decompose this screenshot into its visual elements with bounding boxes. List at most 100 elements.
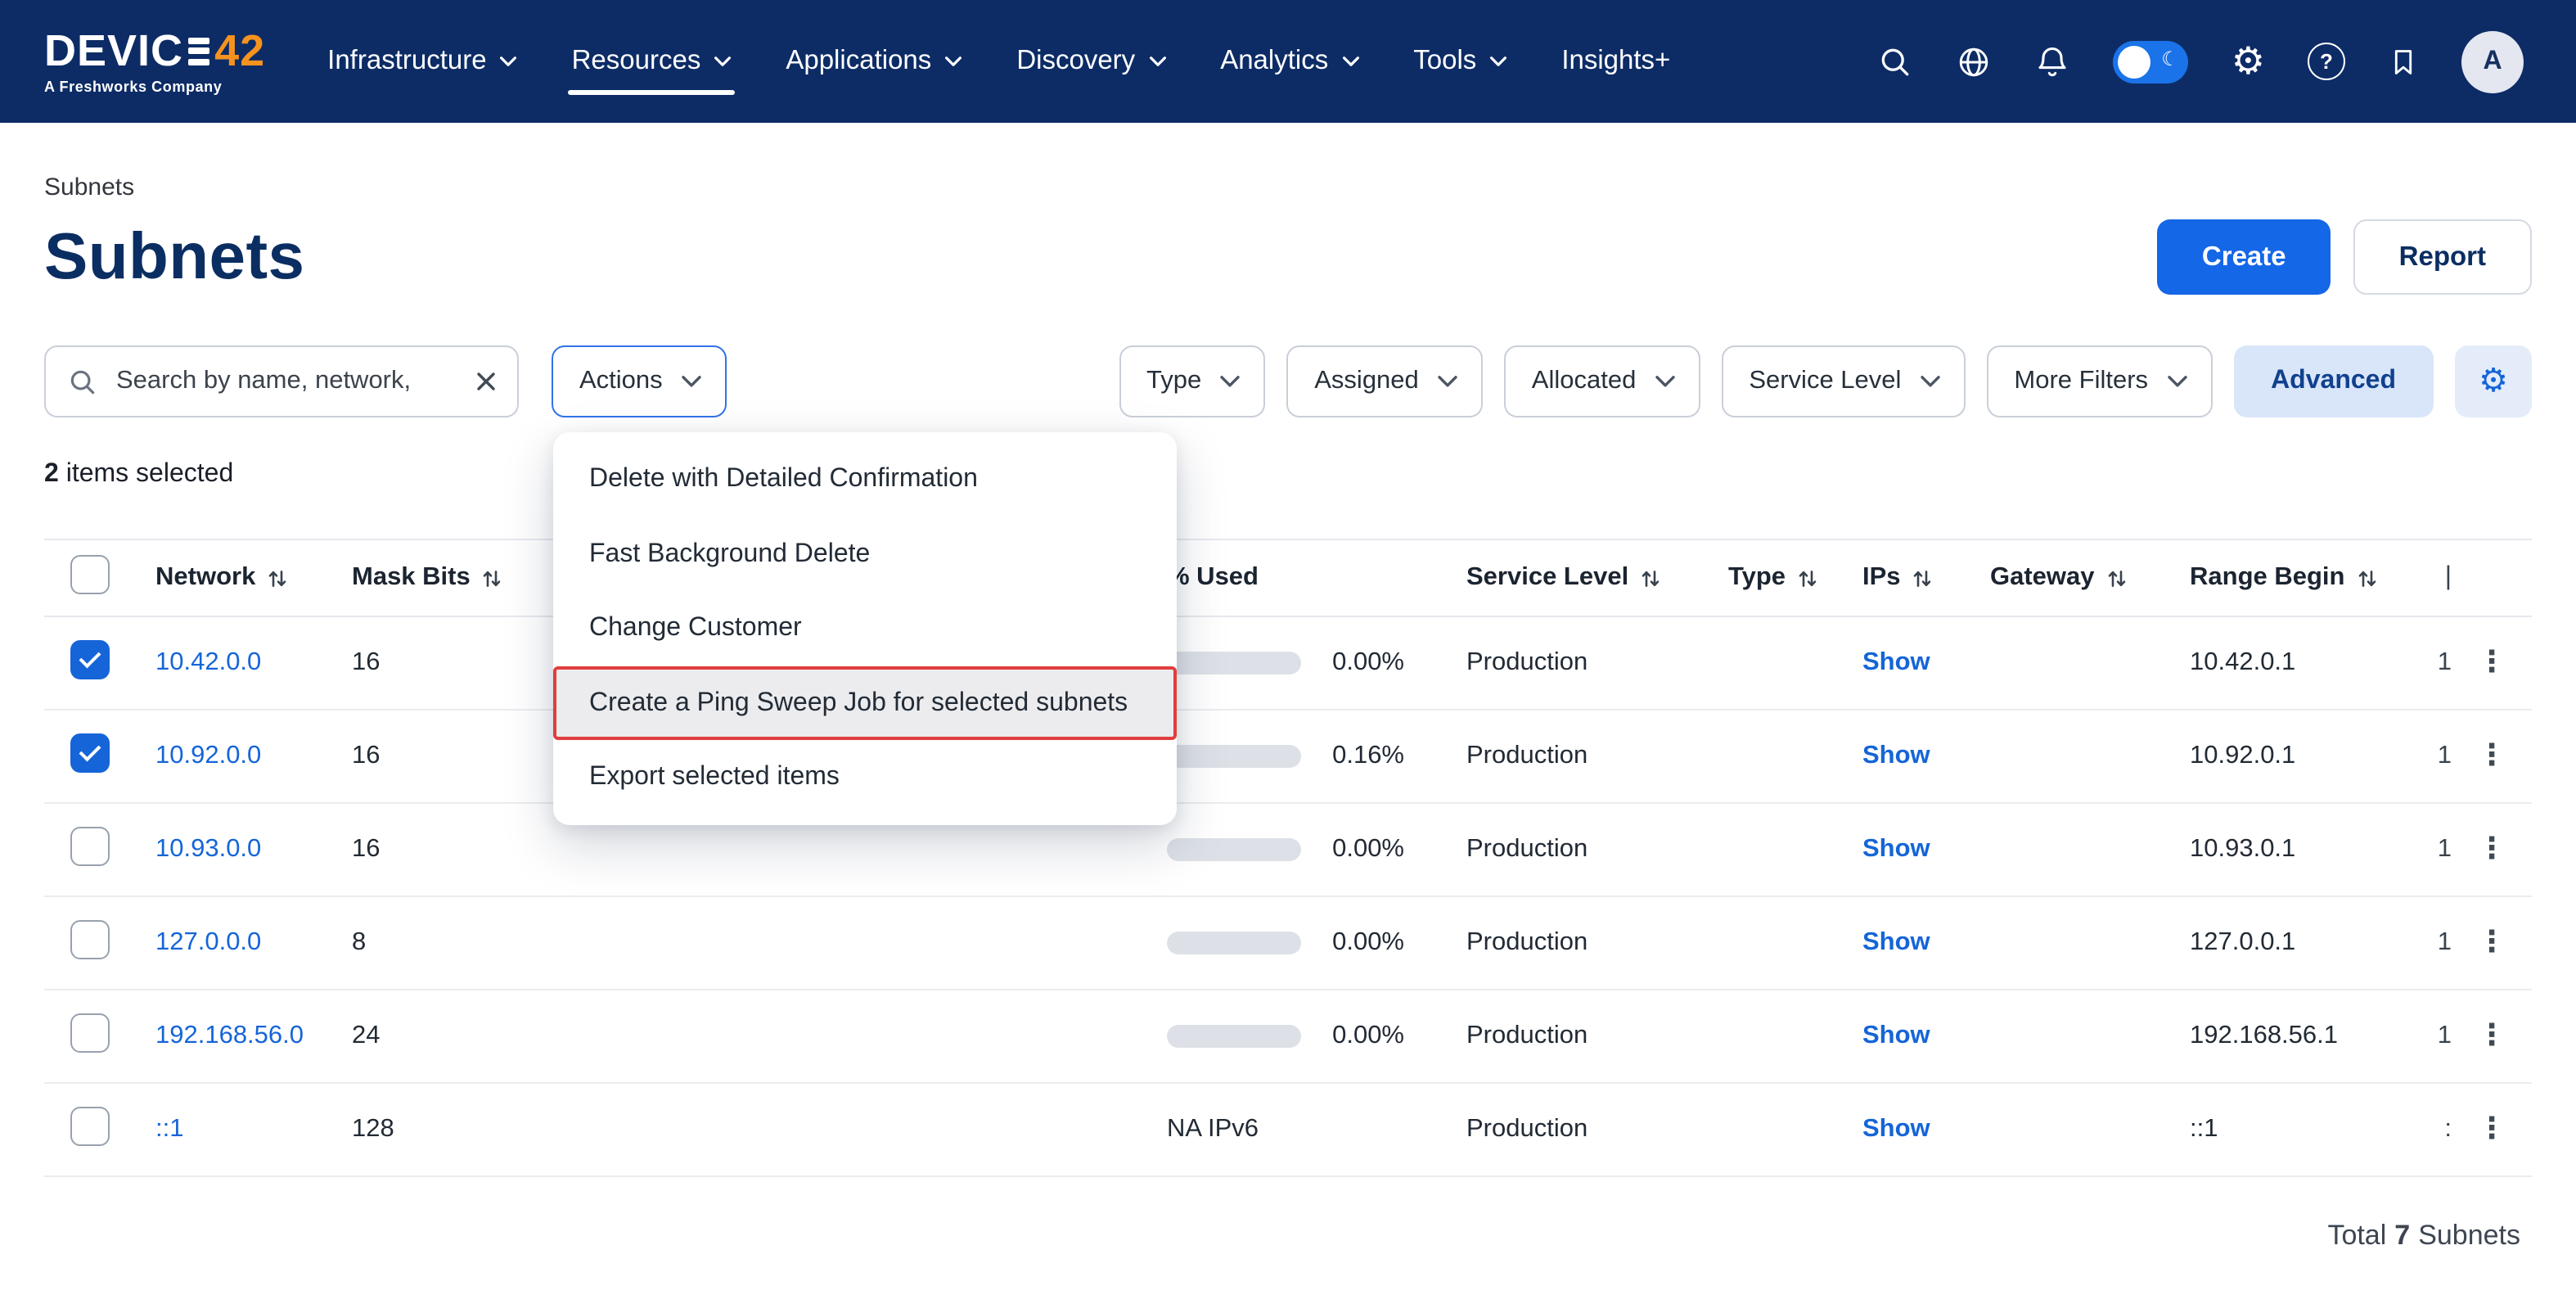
usage-bar — [1167, 838, 1301, 861]
globe-icon[interactable] — [1957, 43, 1993, 79]
nav-item-analytics[interactable]: Analytics — [1220, 0, 1359, 123]
column-header-used[interactable]: % Used — [1167, 563, 1453, 593]
cropped-value: : — [2389, 1115, 2452, 1144]
menu-item-change-customer[interactable]: Change Customer — [553, 591, 1177, 666]
search-box[interactable] — [44, 345, 519, 417]
type-filter-dropdown[interactable]: Type — [1119, 345, 1265, 417]
select-all-checkbox[interactable] — [70, 554, 110, 593]
search-input[interactable] — [113, 365, 460, 398]
nav-item-resources[interactable]: Resources — [572, 0, 732, 123]
row-checkbox[interactable] — [70, 1106, 110, 1145]
column-header-network[interactable]: Network — [155, 563, 352, 593]
ips-show-link[interactable]: Show — [1862, 1022, 1930, 1049]
nav-item-tools[interactable]: Tools — [1413, 0, 1507, 123]
menu-item-fast-background-delete[interactable]: Fast Background Delete — [553, 517, 1177, 591]
theme-toggle[interactable]: ☾ — [2114, 40, 2189, 83]
device42-logo[interactable]: DEVIC 42 A Freshworks Company — [44, 29, 265, 94]
menu-item-create-ping-sweep-job[interactable]: Create a Ping Sweep Job for selected sub… — [553, 666, 1177, 741]
row-menu-kebab[interactable]: ⋮ — [2464, 1012, 2520, 1058]
toggle-knob — [2119, 45, 2151, 78]
row-checkbox[interactable] — [70, 919, 110, 959]
row-checkbox[interactable] — [70, 733, 110, 772]
network-link[interactable]: ::1 — [155, 1115, 183, 1143]
row-checkbox[interactable] — [70, 1013, 110, 1052]
service-level-filter-dropdown[interactable]: Service Level — [1721, 345, 1965, 417]
mask-bits-value: 128 — [352, 1115, 540, 1144]
row-menu-kebab[interactable]: ⋮ — [2464, 732, 2520, 778]
row-checkbox[interactable] — [70, 639, 110, 679]
chevron-down-icon — [500, 56, 518, 67]
column-header-ips[interactable]: IPs — [1862, 563, 1977, 593]
sort-icon — [482, 567, 503, 589]
main-nav: Infrastructure Resources Applications Di… — [327, 0, 1670, 123]
network-link[interactable]: 127.0.0.0 — [155, 928, 261, 956]
column-header-mask-bits[interactable]: Mask Bits — [352, 563, 540, 593]
create-button[interactable]: Create — [2158, 219, 2331, 295]
app-window: DEVIC 42 A Freshworks Company Infrastruc… — [0, 0, 2576, 1313]
mask-bits-value: 16 — [352, 835, 540, 864]
nav-item-infrastructure[interactable]: Infrastructure — [327, 0, 517, 123]
avatar[interactable]: A — [2461, 30, 2524, 92]
breadcrumb[interactable]: Subnets — [44, 174, 2532, 201]
menu-item-export-selected[interactable]: Export selected items — [553, 741, 1177, 815]
row-menu-kebab[interactable]: ⋮ — [2464, 638, 2520, 684]
usage-bar — [1167, 932, 1301, 954]
column-header-type[interactable]: Type — [1715, 563, 1862, 593]
used-percent: 0.00% — [1332, 648, 1453, 678]
clear-search-icon[interactable] — [475, 370, 498, 393]
nav-item-insights[interactable]: Insights+ — [1561, 0, 1670, 123]
row-menu-kebab[interactable]: ⋮ — [2464, 825, 2520, 871]
logo-tagline: A Freshworks Company — [44, 78, 265, 94]
header-actions: Create Report — [2158, 219, 2532, 295]
gear-icon[interactable]: ⚙ — [2231, 43, 2265, 80]
allocated-filter-dropdown[interactable]: Allocated — [1504, 345, 1700, 417]
assigned-filter-dropdown[interactable]: Assigned — [1286, 345, 1483, 417]
network-link[interactable]: 10.92.0.0 — [155, 742, 261, 769]
row-menu-kebab[interactable]: ⋮ — [2464, 918, 2520, 964]
report-button[interactable]: Report — [2353, 219, 2532, 295]
ips-show-link[interactable]: Show — [1862, 648, 1930, 676]
nav-item-discovery[interactable]: Discovery — [1016, 0, 1166, 123]
logo-e-bars — [188, 37, 209, 65]
chevron-down-icon — [1919, 375, 1940, 388]
network-link[interactable]: 192.168.56.0 — [155, 1022, 304, 1049]
help-icon[interactable]: ? — [2308, 43, 2345, 80]
service-level-value: Production — [1453, 742, 1715, 771]
sort-icon — [1797, 567, 1818, 589]
cropped-value: 1 — [2389, 835, 2452, 864]
network-link[interactable]: 10.42.0.0 — [155, 648, 261, 676]
bell-icon[interactable] — [2035, 43, 2071, 79]
mask-bits-value: 8 — [352, 928, 540, 958]
more-filters-dropdown[interactable]: More Filters — [1986, 345, 2212, 417]
row-menu-kebab[interactable]: ⋮ — [2464, 1105, 2520, 1151]
mask-bits-value: 24 — [352, 1022, 540, 1051]
used-percent: 0.16% — [1332, 742, 1453, 771]
range-begin-value: 127.0.0.1 — [2160, 928, 2389, 958]
service-level-value: Production — [1453, 835, 1715, 864]
table-row: 10.93.0.0 16 0.00% Production Show 10.93… — [44, 804, 2532, 897]
more-filters-label: More Filters — [2014, 367, 2148, 396]
allocated-filter-label: Allocated — [1532, 367, 1637, 396]
total-count: 7 — [2394, 1220, 2410, 1252]
column-header-gateway[interactable]: Gateway — [1977, 563, 2160, 593]
network-link[interactable]: 10.93.0.0 — [155, 835, 261, 863]
search-icon[interactable] — [1878, 43, 1914, 79]
advanced-button[interactable]: Advanced — [2233, 345, 2434, 417]
actions-dropdown[interactable]: Actions — [552, 345, 727, 417]
bookmark-icon[interactable] — [2388, 43, 2419, 79]
ips-show-link[interactable]: Show — [1862, 742, 1930, 769]
ips-show-link[interactable]: Show — [1862, 1115, 1930, 1143]
column-header-service-level[interactable]: Service Level — [1453, 563, 1715, 593]
range-begin-value: 10.93.0.1 — [2160, 835, 2389, 864]
usage-bar — [1167, 745, 1301, 768]
table-settings-button[interactable]: ⚙ — [2455, 345, 2532, 417]
ips-show-link[interactable]: Show — [1862, 835, 1930, 863]
column-header-range-begin[interactable]: Range Begin — [2160, 563, 2389, 593]
ips-show-link[interactable]: Show — [1862, 928, 1930, 956]
chevron-down-icon — [1489, 56, 1507, 67]
row-checkbox[interactable] — [70, 826, 110, 865]
table-total: Total 7 Subnets — [44, 1220, 2532, 1252]
nav-item-applications[interactable]: Applications — [786, 0, 962, 123]
avatar-initial: A — [2483, 47, 2502, 76]
menu-item-delete-with-confirmation[interactable]: Delete with Detailed Confirmation — [553, 442, 1177, 517]
